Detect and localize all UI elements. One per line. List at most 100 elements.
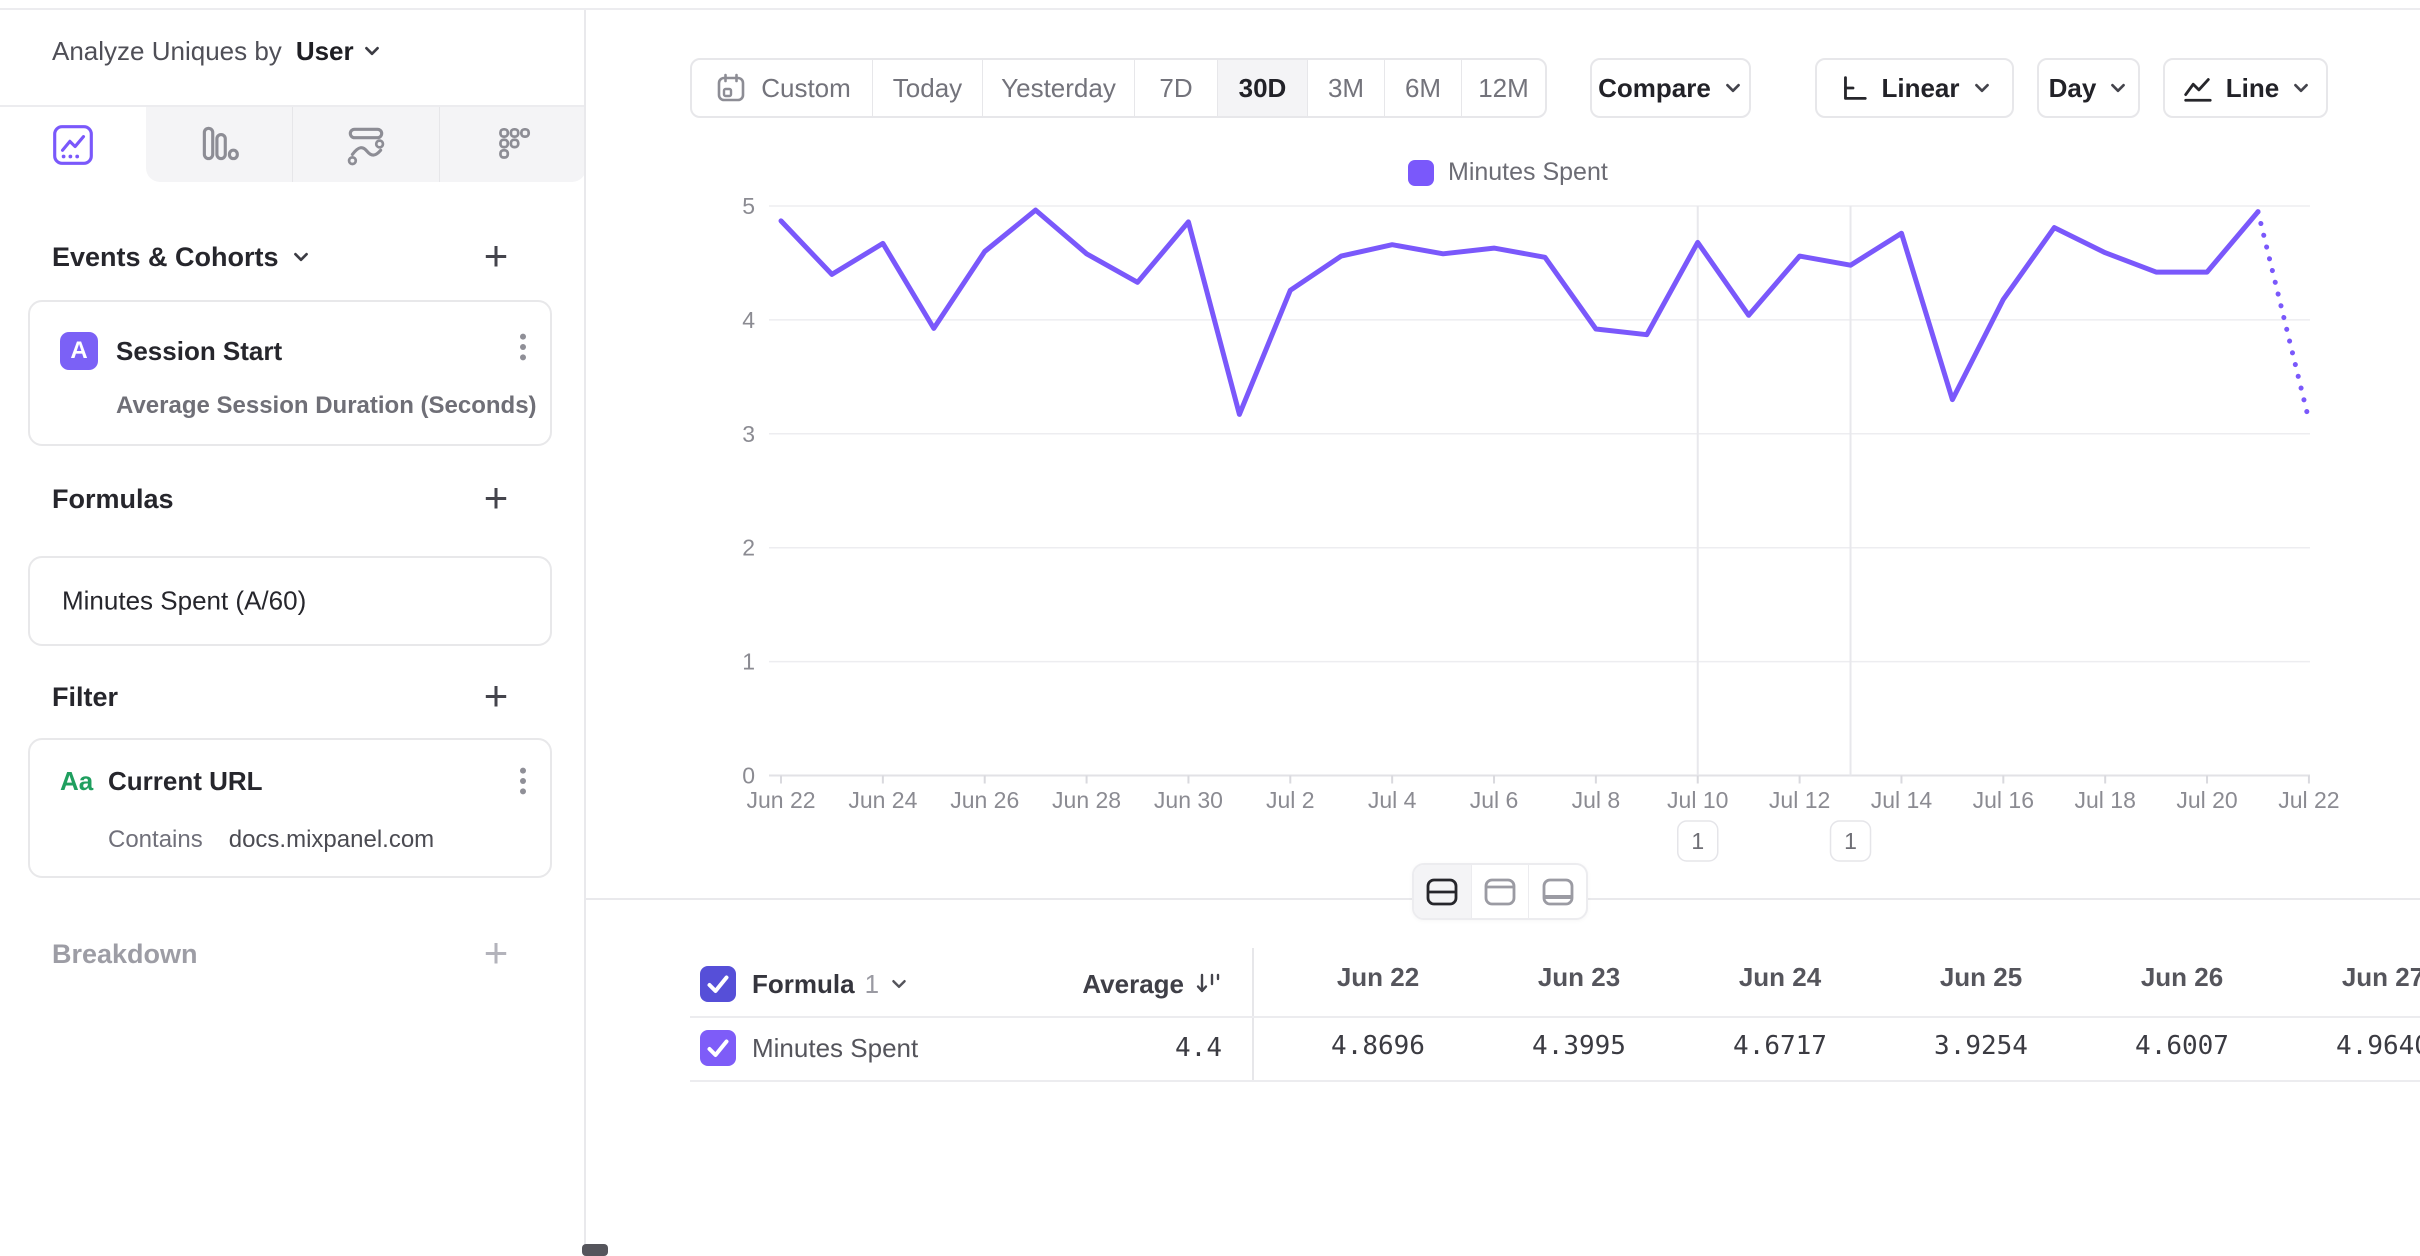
chevron-down-icon[interactable]	[291, 247, 311, 267]
y-axis-label-5: 5	[742, 193, 755, 219]
y-axis-label-3: 3	[742, 421, 755, 447]
flow-icon	[343, 122, 389, 168]
filter-condition[interactable]: Contains docs.mixpanel.com	[108, 826, 434, 854]
x-axis-label: Jul 8	[1572, 787, 1621, 813]
filter-section-header: Filter +	[52, 680, 552, 714]
string-property-icon: Aa	[60, 766, 93, 797]
scrollbar-thumb[interactable]	[582, 1244, 608, 1256]
formula-column-header[interactable]: Formula 1	[752, 966, 909, 1002]
interval-button[interactable]: Day	[2037, 58, 2140, 118]
layout-chart-only-button[interactable]	[1471, 865, 1529, 918]
table-row-divider	[690, 1080, 2420, 1082]
tab-flows[interactable]	[292, 107, 439, 182]
annotation-count: 1	[1844, 828, 1857, 854]
minutes-spent-line-chart[interactable]: 012345Jun 22Jun 24Jun 26Jun 28Jun 30Jul …	[586, 140, 2420, 880]
annotation-count: 1	[1691, 828, 1704, 854]
table-cell-value: 4.6717	[1733, 1031, 1827, 1061]
x-axis-label: Jul 20	[2176, 787, 2237, 813]
y-axis-label-0: 0	[742, 763, 755, 789]
insights-report-page: Analyze Uniques by User	[0, 0, 2420, 1256]
breakdown-section-title: Breakdown	[52, 939, 198, 970]
chevron-down-icon	[2108, 78, 2128, 98]
table-date-header[interactable]: Jun 23	[1538, 962, 1620, 993]
report-type-tabbar	[0, 105, 584, 182]
linear-axis-icon	[1837, 72, 1869, 104]
x-axis-label: Jul 18	[2074, 787, 2135, 813]
add-filter-button[interactable]: +	[474, 674, 518, 718]
series-line-incomplete	[2258, 212, 2309, 420]
filter-operator[interactable]: Contains	[108, 826, 203, 854]
filter-card-current-url[interactable]: Aa Current URL Contains docs.mixpanel.co…	[28, 738, 552, 878]
x-axis-label: Jul 2	[1266, 787, 1315, 813]
x-axis-label: Jun 26	[950, 787, 1019, 813]
table-cell-value: 4.6007	[2135, 1031, 2229, 1061]
kebab-menu-icon[interactable]	[518, 332, 528, 367]
events-section-header: Events & Cohorts +	[52, 240, 552, 274]
date-range-custom[interactable]: Custom	[692, 60, 872, 116]
dots-grid-icon	[490, 122, 536, 168]
split-view-icon	[1425, 877, 1459, 907]
add-breakdown-button[interactable]: +	[474, 931, 518, 975]
average-column-header[interactable]: Average	[1000, 966, 1222, 1002]
add-formula-button[interactable]: +	[474, 476, 518, 520]
series-average-value: 4.4	[1000, 1030, 1222, 1066]
bar-chart-icon	[196, 122, 242, 168]
series-line	[781, 210, 2258, 414]
filter-value[interactable]: docs.mixpanel.com	[229, 826, 434, 854]
compare-button[interactable]: Compare	[1590, 58, 1751, 118]
row-checkbox[interactable]	[700, 1030, 736, 1066]
date-range-6m[interactable]: 6M	[1384, 60, 1461, 116]
table-date-header[interactable]: Jun 26	[2141, 962, 2223, 993]
table-date-header[interactable]: Jun 27	[2342, 962, 2420, 993]
date-range-yesterday[interactable]: Yesterday	[982, 60, 1134, 116]
event-letter-badge: A	[60, 332, 98, 370]
x-axis-label: Jun 30	[1154, 787, 1223, 813]
formula-card[interactable]: Minutes Spent (A/60)	[28, 556, 552, 646]
table-date-header[interactable]: Jun 24	[1739, 962, 1821, 993]
line-chart-type-icon	[2180, 72, 2214, 104]
formula-header-label: Formula	[752, 969, 855, 1000]
date-range-7d[interactable]: 7D	[1134, 60, 1217, 116]
filter-property-name[interactable]: Current URL	[108, 766, 263, 797]
layout-table-only-button[interactable]	[1528, 865, 1586, 918]
date-range-30d[interactable]: 30D	[1217, 60, 1307, 116]
layout-toggle-group	[1412, 863, 1588, 920]
add-event-button[interactable]: +	[474, 234, 518, 278]
layout-split-button[interactable]	[1414, 865, 1471, 918]
select-all-checkbox[interactable]	[700, 966, 736, 1002]
tab-funnels[interactable]	[146, 107, 292, 182]
table-date-header[interactable]: Jun 25	[1940, 962, 2022, 993]
event-name[interactable]: Session Start	[116, 336, 282, 367]
formula-header-number: 1	[865, 969, 879, 1000]
y-axis-label-2: 2	[742, 535, 755, 561]
analyze-uniques-label: Analyze Uniques by	[52, 36, 282, 67]
chevron-down-icon	[2291, 78, 2311, 98]
analyze-uniques-dropdown[interactable]: User	[296, 36, 382, 67]
table-date-header[interactable]: Jun 22	[1337, 962, 1419, 993]
chart-type-button[interactable]: Line	[2163, 58, 2328, 118]
date-range-12m[interactable]: 12M	[1461, 60, 1545, 116]
table-cell-value: 4.3995	[1532, 1031, 1626, 1061]
x-axis-label: Jul 14	[1871, 787, 1933, 813]
top-divider	[0, 8, 2420, 10]
series-row-name[interactable]: Minutes Spent	[752, 1030, 918, 1066]
date-range-today[interactable]: Today	[872, 60, 982, 116]
chevron-down-icon	[1723, 78, 1743, 98]
line-chart-icon	[50, 122, 96, 168]
bottom-view-icon	[1541, 877, 1575, 907]
event-card-session-start[interactable]: A Session Start Average Session Duration…	[28, 300, 552, 446]
x-axis-label: Jul 6	[1470, 787, 1519, 813]
top-view-icon	[1483, 877, 1517, 907]
y-axis-label-1: 1	[742, 649, 755, 675]
event-aggregation[interactable]: Average Session Duration (Seconds)	[116, 392, 537, 420]
breakdown-section-header: Breakdown +	[52, 937, 552, 971]
date-range-3m[interactable]: 3M	[1307, 60, 1384, 116]
x-axis-label: Jul 4	[1368, 787, 1417, 813]
formula-expression[interactable]: Minutes Spent (A/60)	[62, 586, 306, 617]
tab-retention[interactable]	[439, 107, 586, 182]
tab-insights[interactable]	[0, 107, 146, 182]
table-header-divider	[690, 1016, 2420, 1018]
kebab-menu-icon[interactable]	[518, 766, 528, 801]
axis-scale-button[interactable]: Linear	[1815, 58, 2014, 118]
y-axis-label-4: 4	[742, 307, 755, 333]
